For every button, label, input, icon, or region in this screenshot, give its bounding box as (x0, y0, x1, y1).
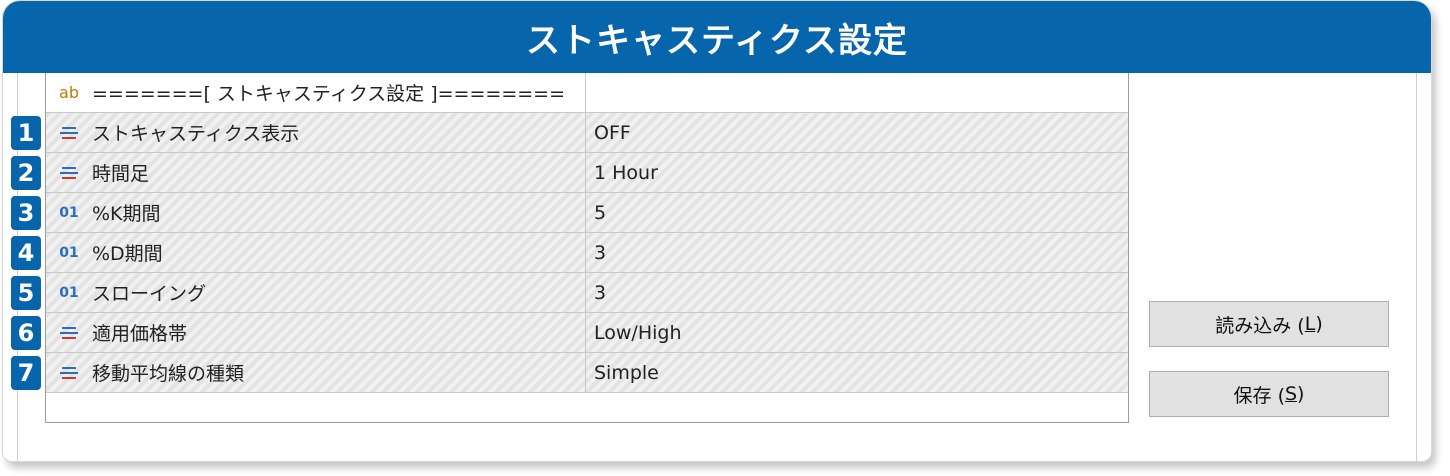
load-button-hotkey: L (1304, 313, 1316, 335)
table-row[interactable]: 時間足 1 Hour (46, 153, 1128, 193)
list-icon (54, 364, 84, 382)
row-number-badge: 1 (11, 116, 41, 150)
param-value[interactable]: 5 (586, 193, 1128, 232)
param-name: ストキャスティクス表示 (92, 123, 300, 145)
settings-window: ストキャスティクス設定 ab =======[ ストキャスティクス設定 ]===… (2, 0, 1432, 462)
param-name: %D期間 (92, 243, 163, 265)
param-name: 適用価格帯 (92, 323, 188, 345)
text-type-icon: ab (59, 83, 79, 102)
list-icon (54, 164, 84, 182)
param-value[interactable]: 1 Hour (586, 153, 1128, 192)
row-number-badge: 6 (11, 316, 41, 350)
param-value[interactable]: 3 (586, 233, 1128, 272)
table-row[interactable]: 移動平均線の種類 Simple (46, 353, 1128, 393)
integer-type-icon: 01 (59, 244, 79, 261)
table-row[interactable]: ストキャスティクス表示 OFF (46, 113, 1128, 153)
load-button-label-end: ) (1315, 313, 1323, 335)
save-button-label-end: ) (1297, 383, 1305, 405)
param-name: =======[ ストキャスティクス設定 ]======== (92, 83, 565, 105)
param-value[interactable]: OFF (586, 113, 1128, 152)
param-value[interactable]: 3 (586, 273, 1128, 312)
table-row[interactable]: 01 %D期間 3 (46, 233, 1128, 273)
row-number-badge: 3 (11, 196, 41, 230)
row-number-badge: 5 (11, 276, 41, 310)
row-number-badge: 2 (11, 156, 41, 190)
load-button[interactable]: 読み込み (L) (1149, 301, 1389, 347)
table-row[interactable]: 01 スローイング 3 (46, 273, 1128, 313)
list-icon (54, 324, 84, 342)
load-button-label: 読み込み ( (1215, 314, 1305, 337)
param-name: スローイング (92, 283, 207, 305)
table-row[interactable]: 適用価格帯 Low/High (46, 313, 1128, 353)
param-name: %K期間 (92, 203, 161, 225)
param-value[interactable] (586, 73, 1128, 112)
save-button-hotkey: S (1284, 383, 1298, 405)
parameters-table: ab =======[ ストキャスティクス設定 ]======== ストキャステ… (45, 73, 1129, 423)
table-row-section-header[interactable]: ab =======[ ストキャスティクス設定 ]======== (46, 73, 1128, 113)
param-value[interactable]: Simple (586, 353, 1128, 392)
list-icon (54, 124, 84, 142)
table-row[interactable]: 01 %K期間 5 (46, 193, 1128, 233)
param-name: 時間足 (92, 163, 150, 185)
integer-type-icon: 01 (59, 284, 79, 301)
param-value[interactable]: Low/High (586, 313, 1128, 352)
param-name: 移動平均線の種類 (92, 363, 245, 385)
save-button-label: 保存 ( (1233, 384, 1285, 407)
integer-type-icon: 01 (59, 204, 79, 221)
save-button[interactable]: 保存 (S) (1149, 371, 1389, 417)
window-title: ストキャスティクス設定 (3, 1, 1431, 73)
row-number-badge: 7 (11, 356, 41, 390)
row-number-badge: 4 (11, 236, 41, 270)
